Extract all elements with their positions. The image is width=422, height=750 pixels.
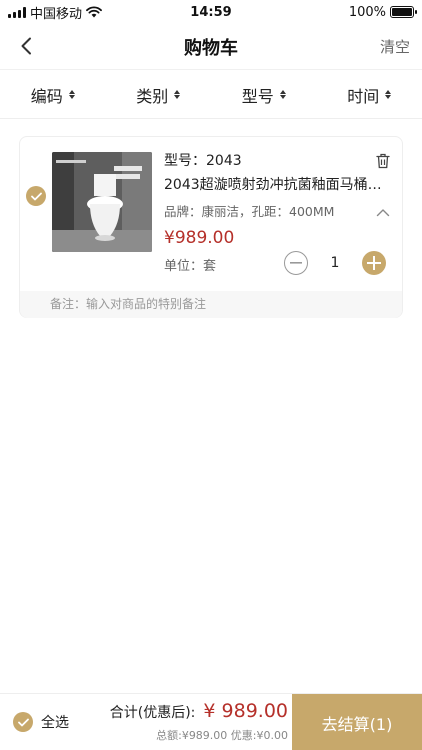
sub-total: 总额:¥989.00 优惠:¥0.00 bbox=[156, 729, 288, 742]
increase-quantity-button[interactable] bbox=[362, 251, 386, 275]
chevron-up-icon bbox=[376, 209, 390, 217]
select-all-checkbox[interactable] bbox=[13, 712, 33, 732]
decrease-quantity-button[interactable] bbox=[284, 251, 308, 275]
select-all-toggle[interactable]: 全选 bbox=[13, 712, 69, 732]
wifi-icon bbox=[86, 6, 102, 18]
check-icon bbox=[30, 192, 42, 200]
product-image[interactable] bbox=[52, 152, 152, 252]
quantity-stepper: 1 bbox=[284, 251, 386, 275]
back-button[interactable] bbox=[14, 34, 38, 58]
battery-label: 100% bbox=[348, 4, 386, 20]
toilet-product-photo bbox=[52, 152, 152, 252]
status-right: 100% bbox=[348, 4, 417, 20]
plus-icon bbox=[367, 256, 381, 270]
remark-input[interactable]: 备注：输入对商品的特别备注 bbox=[20, 291, 402, 318]
page-title: 购物车 bbox=[184, 37, 238, 59]
sort-by-code[interactable]: 编码 bbox=[31, 83, 75, 107]
total-line: 合计(优惠后): ¥ 989.00 bbox=[110, 700, 288, 722]
status-bar: 中国移动 14:59 100% bbox=[0, 0, 422, 24]
total-label: 合计(优惠后): bbox=[109, 705, 196, 721]
sort-label: 时间 bbox=[347, 86, 380, 106]
cart-item: 型号：2043 2043超漩喷射劲冲抗菌釉面马桶（全包款） 品牌：康丽洁，孔距：… bbox=[19, 136, 403, 318]
product-price: ¥989.00 bbox=[164, 228, 235, 248]
sort-by-category[interactable]: 类别 bbox=[136, 83, 181, 107]
check-icon bbox=[17, 718, 29, 726]
nav-bar: 购物车 清空 bbox=[0, 24, 422, 70]
sort-arrows-icon bbox=[68, 90, 75, 99]
item-select-checkbox[interactable] bbox=[26, 186, 46, 206]
checkout-button[interactable]: 去结算(1) bbox=[292, 694, 422, 750]
total-value: ¥ 989.00 bbox=[203, 700, 288, 722]
product-model: 型号：2043 bbox=[164, 153, 242, 169]
sort-bar: 编码 类别 型号 时间 bbox=[0, 71, 422, 119]
signal-icon bbox=[8, 6, 26, 18]
carrier-label: 中国移动 bbox=[30, 6, 83, 22]
sort-arrows-icon bbox=[385, 90, 392, 99]
sort-label: 编码 bbox=[30, 86, 63, 106]
minus-icon bbox=[290, 262, 302, 264]
product-info: 型号：2043 2043超漩喷射劲冲抗菌釉面马桶（全包款） 品牌：康丽洁，孔距：… bbox=[164, 151, 396, 250]
sort-label: 型号 bbox=[241, 86, 274, 106]
quantity-value[interactable]: 1 bbox=[308, 255, 362, 271]
chevron-left-icon bbox=[21, 37, 31, 55]
collapse-details-button[interactable] bbox=[376, 202, 390, 217]
sort-arrows-icon bbox=[279, 90, 286, 99]
sort-by-model[interactable]: 型号 bbox=[242, 83, 286, 107]
product-unit: 单位：套 bbox=[164, 259, 217, 274]
sort-by-time[interactable]: 时间 bbox=[347, 83, 392, 107]
clear-button[interactable]: 清空 bbox=[380, 36, 410, 57]
trash-icon bbox=[376, 153, 390, 169]
product-brand-spec: 品牌：康丽洁，孔距：400MM bbox=[164, 204, 335, 219]
delete-item-button[interactable] bbox=[376, 153, 392, 169]
battery-icon bbox=[390, 6, 417, 18]
sort-label: 类别 bbox=[136, 86, 169, 106]
totals: 合计(优惠后): ¥ 989.00 总额:¥989.00 优惠:¥0.00 bbox=[110, 700, 288, 743]
select-all-label: 全选 bbox=[41, 715, 69, 731]
sort-arrows-icon bbox=[174, 90, 181, 99]
bottom-bar: 全选 合计(优惠后): ¥ 989.00 总额:¥989.00 优惠:¥0.00… bbox=[0, 693, 422, 750]
status-left: 中国移动 bbox=[8, 3, 102, 22]
product-name[interactable]: 2043超漩喷射劲冲抗菌釉面马桶（全包款） bbox=[164, 174, 390, 196]
